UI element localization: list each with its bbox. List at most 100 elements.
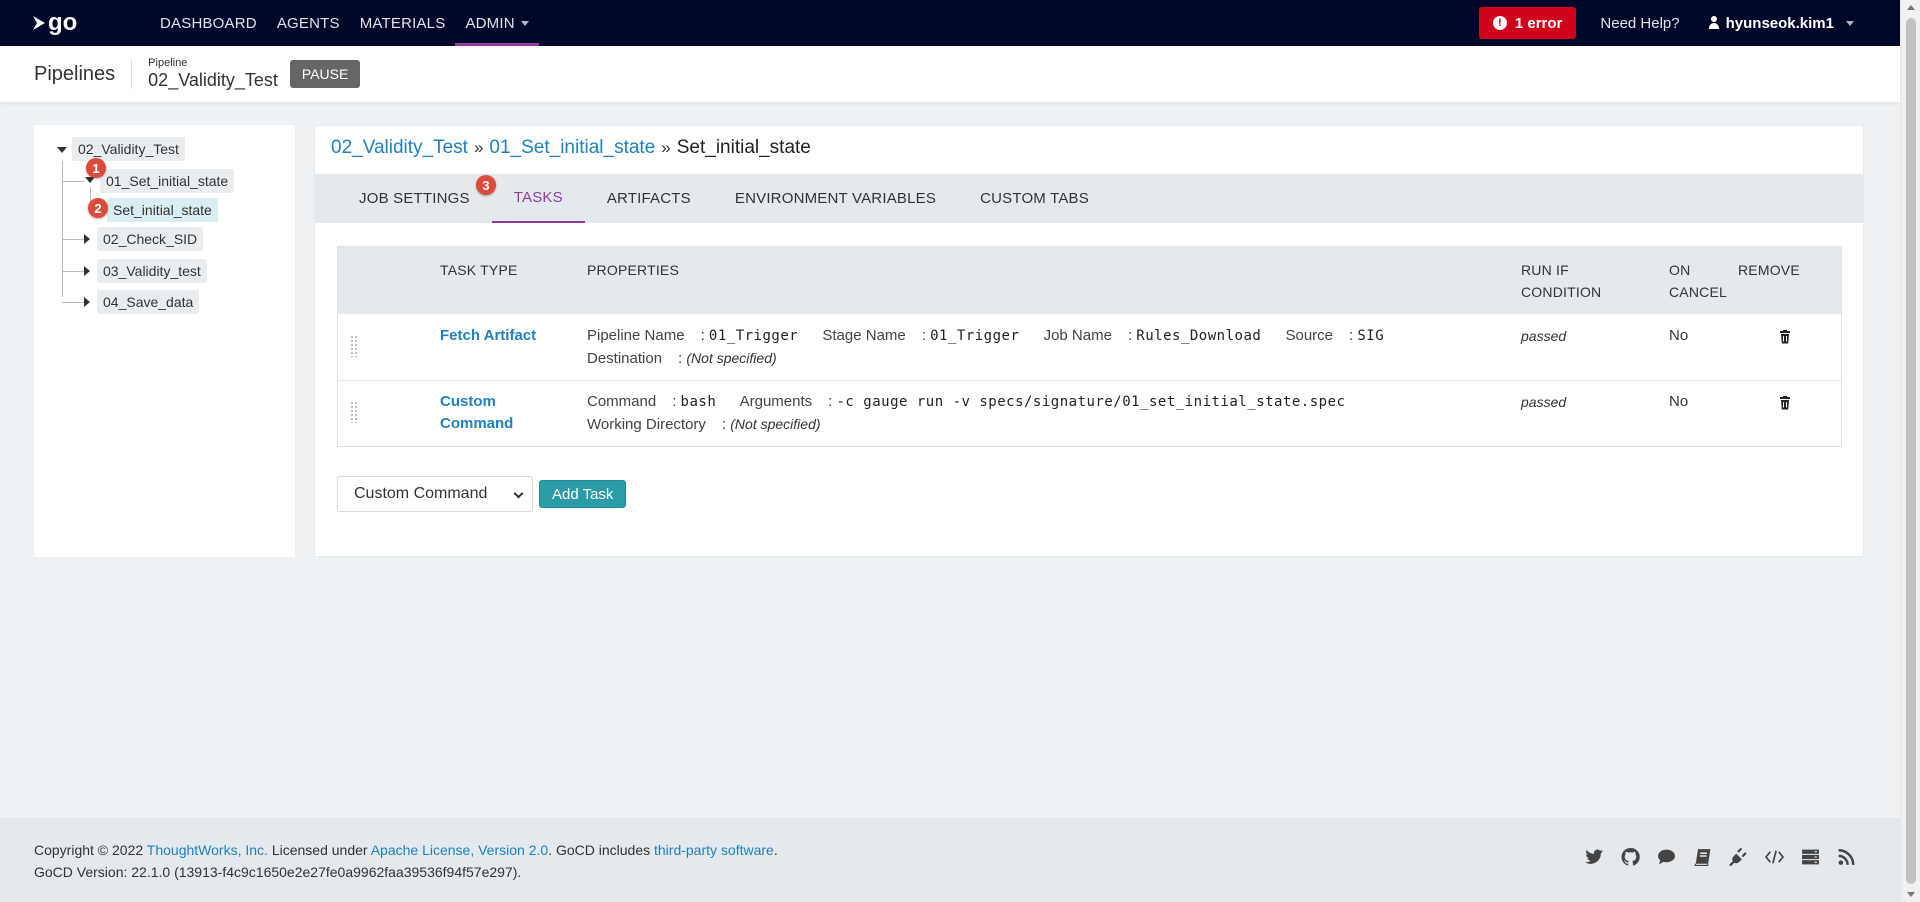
prop-colon: :: [672, 393, 677, 410]
trash-icon[interactable]: [1779, 330, 1791, 344]
collapse-icon[interactable]: [85, 177, 95, 183]
prop-key: Arguments: [739, 393, 813, 410]
go-logo[interactable]: go: [32, 9, 84, 37]
chevron-down-icon: [520, 20, 529, 26]
task-type-select[interactable]: Custom Command: [337, 476, 533, 512]
expand-icon[interactable]: [84, 297, 90, 307]
properties-line: Pipeline Name: 01_Trigger Stage Name: 01…: [587, 325, 1404, 347]
rss-icon[interactable]: [1837, 848, 1856, 866]
add-task-row: Custom Command Add Task: [337, 476, 627, 512]
chevron-down-icon: [513, 488, 524, 499]
nav-admin[interactable]: ADMIN: [455, 0, 539, 46]
period-text: .: [773, 842, 778, 858]
task-type-link[interactable]: Custom Command: [440, 391, 513, 435]
scroll-up-icon[interactable]: [1907, 5, 1915, 10]
tree-line: [62, 271, 84, 272]
server-icon[interactable]: [1801, 848, 1820, 866]
prop-colon: :: [678, 350, 683, 367]
breadcrumb-stage[interactable]: 01_Set_initial_state: [489, 137, 655, 159]
collapse-icon[interactable]: [57, 147, 67, 153]
col-run-if-line1: RUN IF: [1521, 262, 1569, 278]
tree-stage-03[interactable]: 03_Validity_test: [97, 259, 207, 283]
col-task-type: TASK TYPE: [440, 262, 518, 278]
footer: Copyright © 2022 ThoughtWorks, Inc. Lice…: [0, 818, 1900, 902]
task-type-line1: Custom: [440, 393, 496, 410]
prop-value: bash: [680, 394, 717, 410]
task-type-link[interactable]: Fetch Artifact: [440, 325, 536, 347]
expand-icon[interactable]: [84, 266, 90, 276]
github-icon[interactable]: [1621, 848, 1640, 866]
page-title: Pipelines: [34, 59, 133, 89]
prop-colon: :: [700, 327, 705, 344]
col-run-if: RUN IF CONDITION: [1521, 259, 1601, 303]
step-badge-2: 2: [88, 198, 108, 218]
prop-value: (Not specified): [686, 350, 777, 366]
tab-bar: JOB SETTINGS TASKS ARTIFACTS ENVIRONMENT…: [315, 174, 1863, 223]
plugin-icon[interactable]: [1729, 848, 1748, 866]
prop-key: Stage Name: [822, 327, 906, 344]
prop-key: Job Name: [1043, 327, 1112, 344]
book-icon[interactable]: [1693, 848, 1712, 866]
user-menu[interactable]: hyunseok.kim1: [1708, 15, 1854, 32]
chat-icon[interactable]: [1657, 848, 1676, 866]
drag-handle-icon[interactable]: [350, 335, 358, 357]
on-cancel-value: No: [1669, 393, 1689, 410]
thoughtworks-link[interactable]: ThoughtWorks, Inc.: [147, 842, 268, 858]
tab-artifacts[interactable]: ARTIFACTS: [585, 174, 713, 223]
prop-value: (Not specified): [730, 416, 821, 432]
nav-agents[interactable]: AGENTS: [267, 0, 350, 46]
footer-copyright: Copyright © 2022 ThoughtWorks, Inc. Lice…: [34, 842, 778, 858]
tab-tasks[interactable]: TASKS: [491, 174, 585, 223]
scroll-down-icon[interactable]: [1907, 892, 1915, 897]
pipeline-tree: 02_Validity_Test 01_Set_initial_state Se…: [34, 125, 295, 557]
prop-key: Working Directory: [587, 416, 706, 433]
breadcrumb-separator: »: [661, 138, 671, 157]
exclamation-icon: !: [1492, 16, 1507, 30]
tab-custom-tabs[interactable]: CUSTOM TABS: [958, 174, 1111, 223]
task-type-line2: Command: [440, 415, 514, 432]
error-button[interactable]: ! 1 error: [1478, 7, 1577, 39]
tree-stage-04[interactable]: 04_Save_data: [97, 290, 200, 314]
col-run-if-line2: CONDITION: [1521, 284, 1602, 300]
prop-key: Source: [1285, 327, 1334, 344]
code-icon[interactable]: [1765, 848, 1784, 866]
col-on-cancel-line1: ON: [1669, 262, 1691, 278]
pause-button[interactable]: PAUSE: [289, 60, 361, 88]
nav-right: ! 1 error Need Help? hyunseok.kim1: [1478, 0, 1854, 46]
nav-dashboard[interactable]: DASHBOARD: [150, 0, 267, 46]
license-link[interactable]: Apache License, Version 2.0: [371, 842, 548, 858]
need-help-link[interactable]: Need Help?: [1600, 15, 1679, 32]
prop-key: Command: [587, 393, 657, 410]
prop-colon: :: [1349, 327, 1354, 344]
breadcrumb-separator: »: [473, 138, 484, 157]
nav-materials[interactable]: MATERIALS: [350, 0, 456, 46]
tab-environment-variables[interactable]: ENVIRONMENT VARIABLES: [713, 174, 958, 223]
user-name: hyunseok.kim1: [1725, 14, 1834, 32]
prop-key: Pipeline Name: [587, 327, 685, 344]
breadcrumb-job: Set_initial_state: [676, 137, 811, 158]
scrollbar-thumb[interactable]: [1906, 18, 1916, 884]
third-party-link[interactable]: third-party software: [654, 842, 774, 858]
col-on-cancel: ON CANCEL: [1669, 259, 1727, 303]
page-header: Pipelines Pipeline 02_Validity_Test PAUS…: [0, 46, 1900, 102]
breadcrumb-pipeline[interactable]: 02_Validity_Test: [331, 137, 468, 159]
tree-pipeline-node[interactable]: 02_Validity_Test: [72, 137, 185, 161]
drag-handle-icon[interactable]: [350, 401, 358, 423]
step-badge-1: 1: [86, 158, 106, 178]
add-task-button[interactable]: Add Task: [539, 480, 627, 508]
vertical-scrollbar[interactable]: [1900, 0, 1920, 902]
tree-stage-02[interactable]: 02_Check_SID: [97, 227, 204, 251]
tab-job-settings[interactable]: JOB SETTINGS: [315, 174, 492, 223]
table-header: TASK TYPE PROPERTIES RUN IF CONDITION ON…: [338, 247, 1841, 313]
run-if-value: passed: [1521, 328, 1567, 344]
tree-line: [62, 302, 84, 303]
twitter-icon[interactable]: [1585, 848, 1604, 866]
tree-job-node[interactable]: Set_initial_state: [107, 198, 218, 222]
user-icon: [1708, 16, 1720, 30]
expand-icon[interactable]: [84, 234, 90, 244]
trash-icon[interactable]: [1779, 396, 1791, 410]
licensed-text: Licensed under: [271, 842, 368, 858]
prop-value: 01_Trigger: [708, 328, 799, 344]
on-cancel-value: No: [1669, 327, 1689, 344]
tree-stage-01[interactable]: 01_Set_initial_state: [100, 169, 235, 193]
